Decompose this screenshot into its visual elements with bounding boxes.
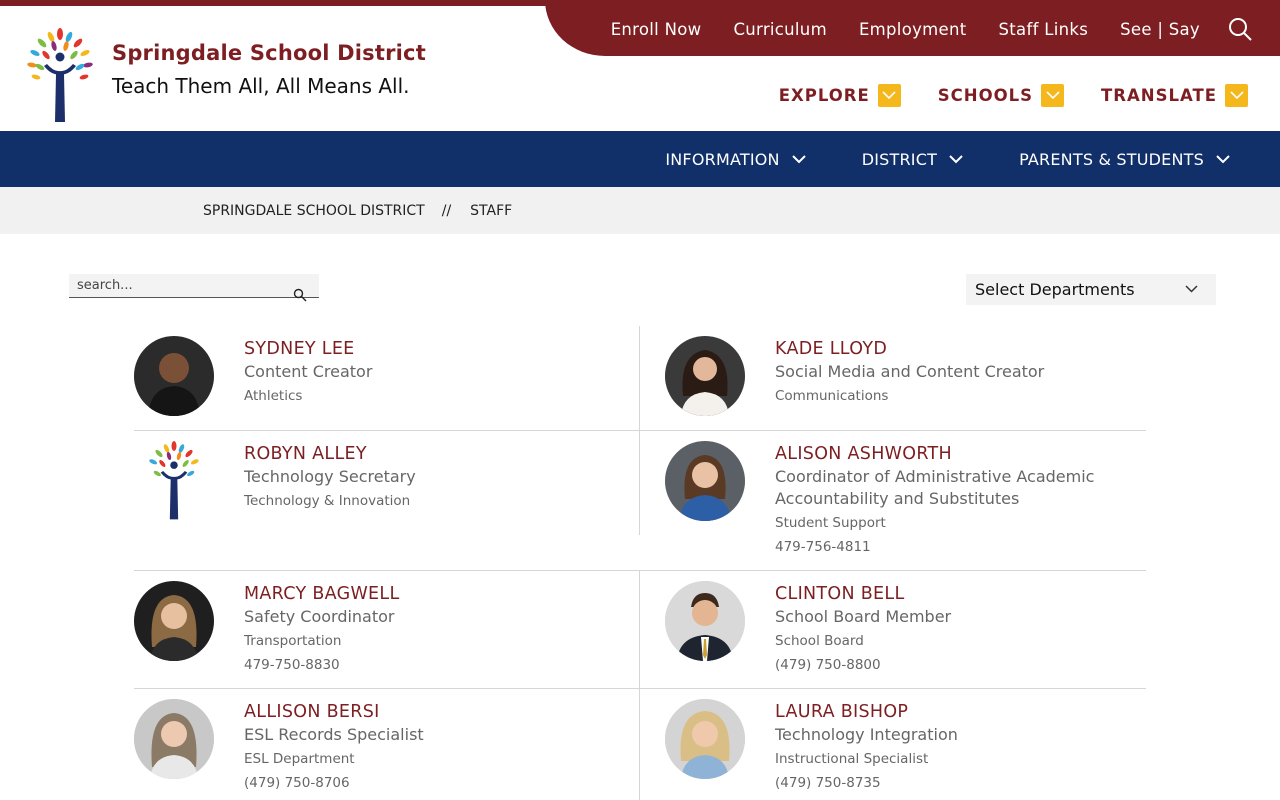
staff-title: Social Media and Content Creator — [775, 362, 1045, 381]
staff-department: Communications — [775, 388, 889, 404]
breadcrumb-home-link[interactable]: SPRINGDALE SCHOOL DISTRICT — [203, 203, 425, 219]
page: Springdale School District Teach Them Al… — [0, 0, 1280, 800]
district-logo-icon — [149, 441, 199, 520]
avatar — [665, 441, 745, 521]
row-divider — [134, 570, 1146, 571]
chevron-down-icon — [949, 155, 963, 164]
search-icon[interactable] — [293, 288, 307, 302]
staff-department: Transportation — [244, 633, 342, 649]
staff-name[interactable]: KADE LLOYD — [775, 337, 1145, 361]
quick-nav-schools[interactable]: SCHOOLS — [937, 84, 1065, 107]
chevron-down-icon — [1041, 84, 1065, 107]
main-nav-information[interactable]: INFORMATION — [665, 149, 806, 169]
row-divider — [134, 688, 1146, 689]
breadcrumb-current: STAFF — [470, 203, 513, 219]
staff-name[interactable]: ALLISON BERSI — [244, 700, 614, 724]
main-nav-parents-students[interactable]: PARENTS & STUDENTS — [1019, 150, 1230, 169]
row-divider — [134, 430, 1146, 431]
column-divider — [639, 326, 640, 430]
staff-name[interactable]: LAURA BISHOP — [775, 700, 1145, 724]
staff-title: Coordinator of Administrative Academic A… — [775, 467, 1095, 508]
breadcrumb-separator: // — [441, 203, 452, 219]
column-divider — [639, 571, 640, 688]
quick-nav: EXPLORE SCHOOLS TRANSLATE — [742, 84, 1248, 107]
staff-name[interactable]: ALISON ASHWORTH — [775, 442, 1145, 466]
staff-department: Technology & Innovation — [244, 493, 411, 509]
chevron-down-icon — [1185, 285, 1198, 293]
staff-name[interactable]: SYDNEY LEE — [244, 337, 614, 361]
staff-phone[interactable]: (479) 750-8735 — [775, 771, 1145, 795]
avatar — [134, 699, 214, 779]
staff-name[interactable]: ROBYN ALLEY — [244, 442, 614, 466]
staff-title: School Board Member — [775, 607, 952, 626]
column-divider — [639, 431, 640, 535]
main-nav-label: INFORMATION — [665, 149, 780, 169]
staff-department: Student Support — [775, 515, 886, 531]
search-input[interactable] — [69, 274, 289, 297]
staff-phone[interactable]: (479) 750-8706 — [244, 771, 614, 795]
staff-name[interactable]: CLINTON BELL — [775, 582, 1145, 606]
staff-name[interactable]: MARCY BAGWELL — [244, 582, 614, 606]
staff-phone[interactable]: 479-750-8830 — [244, 653, 614, 677]
staff-phone[interactable]: 479-756-4811 — [775, 535, 1145, 559]
main-nav-district[interactable]: DISTRICT — [862, 150, 963, 169]
chevron-down-icon — [792, 155, 806, 164]
utility-link-see-say[interactable]: See | Say — [1120, 20, 1200, 39]
avatar — [665, 581, 745, 661]
quick-nav-translate[interactable]: TRANSLATE — [1101, 84, 1248, 107]
quick-nav-label: SCHOOLS — [937, 86, 1034, 105]
main-nav: INFORMATION DISTRICT PARENTS & STUDENTS — [0, 131, 1280, 187]
staff-department: School Board — [775, 633, 864, 649]
utility-nav: Enroll Now Curriculum Employment Staff L… — [579, 16, 1280, 42]
staff-search-box — [69, 274, 319, 302]
chevron-down-icon — [877, 84, 901, 107]
avatar — [134, 581, 214, 661]
utility-link-employment[interactable]: Employment — [859, 20, 967, 39]
staff-department: ESL Department — [244, 751, 355, 767]
department-select[interactable]: Select Departments — [966, 274, 1216, 305]
utility-link-enroll-now[interactable]: Enroll Now — [611, 20, 702, 39]
staff-title: Safety Coordinator — [244, 607, 395, 626]
column-divider — [639, 689, 640, 800]
utility-link-staff-links[interactable]: Staff Links — [999, 20, 1089, 39]
avatar — [134, 336, 214, 416]
staff-department: Instructional Specialist — [775, 751, 929, 767]
staff-phone[interactable]: (479) 750-8800 — [775, 653, 1145, 677]
staff-title: Technology Secretary — [244, 467, 416, 486]
avatar — [665, 336, 745, 416]
breadcrumb: SPRINGDALE SCHOOL DISTRICT // STAFF — [0, 187, 1280, 234]
chevron-down-icon — [1216, 155, 1230, 164]
staff-title: Technology Integration — [775, 725, 958, 744]
site-header: Springdale School District Teach Them Al… — [0, 0, 1280, 131]
district-logo-icon[interactable] — [26, 28, 94, 124]
staff-department: Athletics — [244, 388, 303, 404]
avatar — [665, 699, 745, 779]
site-tagline: Teach Them All, All Means All. — [112, 74, 410, 98]
main-nav-label: PARENTS & STUDENTS — [1019, 149, 1204, 169]
staff-title: ESL Records Specialist — [244, 725, 424, 744]
quick-nav-explore[interactable]: EXPLORE — [779, 84, 901, 107]
utility-link-curriculum[interactable]: Curriculum — [733, 20, 826, 39]
chevron-down-icon — [1225, 84, 1248, 107]
avatar — [134, 441, 214, 521]
search-icon[interactable] — [1228, 17, 1252, 41]
main-nav-label: DISTRICT — [861, 149, 938, 169]
department-select-value: Select Departments — [975, 280, 1135, 299]
quick-nav-label: TRANSLATE — [1101, 86, 1217, 105]
site-name[interactable]: Springdale School District — [112, 41, 426, 65]
quick-nav-label: EXPLORE — [778, 86, 870, 105]
staff-title: Content Creator — [244, 362, 373, 381]
